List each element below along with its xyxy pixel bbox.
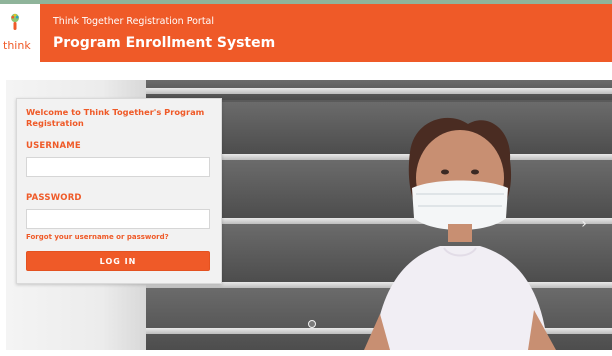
username-label: USERNAME <box>26 141 81 151</box>
think-logo-icon <box>11 13 19 30</box>
password-label: PASSWORD <box>26 193 82 203</box>
carousel-dot[interactable] <box>308 320 316 328</box>
page-title: Program Enrollment System <box>53 35 276 51</box>
username-input[interactable] <box>26 157 210 177</box>
carousel-next-button[interactable]: › <box>578 216 590 232</box>
welcome-text: Welcome to Think Together's Program Regi… <box>26 107 205 128</box>
chevron-right-icon: › <box>581 216 587 232</box>
logo[interactable]: think <box>0 4 40 62</box>
header-subtitle: Think Together Registration Portal <box>53 16 214 27</box>
login-page: think Think Together Registration Portal… <box>0 0 612 356</box>
login-panel: Welcome to Think Together's Program Regi… <box>16 98 222 284</box>
header-bar: think Think Together Registration Portal… <box>0 4 612 62</box>
password-input[interactable] <box>26 209 210 229</box>
login-button[interactable]: LOG IN <box>26 251 210 271</box>
forgot-credentials-link[interactable]: Forgot your username or password? <box>26 233 169 241</box>
child-with-mask-image <box>364 117 556 350</box>
logo-text: think <box>3 39 31 52</box>
stair-edge <box>146 88 612 94</box>
